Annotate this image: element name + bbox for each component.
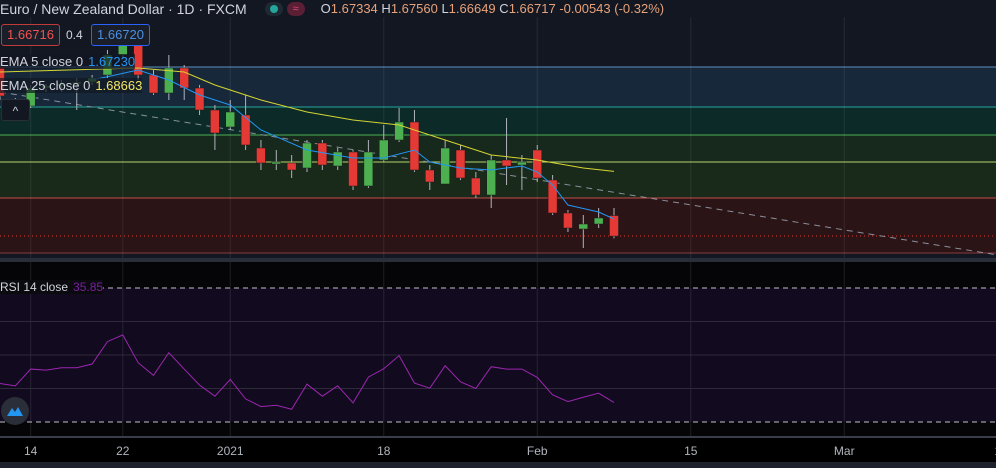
candle-body [593, 217, 604, 225]
candle-body [563, 212, 573, 229]
ema5-value: 1.67230 [88, 54, 136, 69]
market-status-icon[interactable] [264, 1, 283, 16]
close-label: C [499, 1, 509, 16]
close-value: 1.66717 [508, 1, 556, 16]
candle-body [332, 151, 343, 167]
date-label: Mar [833, 444, 855, 458]
candle-body [501, 159, 512, 167]
candle-body [271, 161, 282, 165]
date-label: 18 [377, 444, 391, 458]
high-label: H [381, 1, 391, 16]
ohlc-values: O1.67334 H1.67560 L1.66649 C1.66717 -0.0… [321, 1, 664, 16]
exchange: FXCM [207, 0, 247, 17]
candle-body [286, 162, 297, 171]
zone-band [0, 198, 996, 253]
candle-body [363, 151, 374, 187]
candle-body [194, 87, 205, 111]
rsi-value: 35.85 [73, 280, 104, 294]
date-label: 2021 [216, 444, 244, 458]
open-value: 1.67334 [330, 1, 378, 16]
date-label: Feb [526, 444, 548, 458]
candle-body [455, 149, 466, 179]
candle-body [179, 67, 189, 89]
ema5-label: EMA 5 close 0 [0, 54, 84, 69]
tradingview-logo-icon[interactable] [1, 397, 29, 425]
zone-band [0, 135, 996, 162]
low-label: L [441, 1, 449, 16]
open-label: O [320, 1, 331, 16]
pane-separator [0, 258, 996, 262]
data-wave-icon[interactable]: ≈ [286, 1, 305, 16]
candle-body [148, 74, 159, 94]
candle-body [471, 177, 481, 196]
date-label: 22 [116, 444, 130, 458]
low-value: 1.66649 [448, 1, 496, 16]
ema25-legend[interactable]: EMA 25 close 0 1.68663 [0, 78, 143, 93]
zone-band [0, 107, 996, 135]
change-value: -0.00543 (-0.32%) [559, 1, 665, 16]
rsi-legend[interactable]: RSI 14 close 35.85 [0, 280, 104, 294]
sell-button[interactable]: 1.66716 [1, 24, 60, 46]
high-value: 1.67560 [390, 1, 438, 16]
spread-value: 0.4 [66, 28, 83, 42]
symbol-header: Euro / New Zealand Dollar · 1D · FXCM ≈ … [0, 0, 671, 17]
candle-body [256, 147, 266, 164]
candle-body [210, 109, 220, 134]
rsi-label: RSI 14 close [0, 280, 69, 294]
separator: · [168, 0, 173, 17]
candle-body [317, 142, 328, 166]
ema5-legend[interactable]: EMA 5 close 0 1.67230 [0, 54, 136, 69]
collapse-legend-button[interactable]: ^ [1, 99, 30, 121]
ema25-label: EMA 25 close 0 [0, 78, 91, 93]
candle-body [302, 142, 312, 169]
ema25-value: 1.68663 [95, 78, 143, 93]
candle-body [486, 159, 496, 196]
candle-body [225, 111, 235, 128]
candle-body [517, 161, 527, 166]
date-label: 15 [684, 444, 698, 458]
date-label: 14 [24, 444, 38, 458]
interval[interactable]: 1D [177, 1, 195, 17]
candle-body [425, 169, 435, 183]
zone-band [0, 162, 996, 198]
candle-body [532, 149, 542, 179]
candle-body [578, 223, 589, 230]
symbol-name[interactable]: Euro / New Zealand Dollar [0, 1, 164, 17]
separator: · [198, 0, 204, 17]
buy-button[interactable]: 1.66720 [91, 24, 150, 46]
time-axis-border [0, 436, 996, 438]
price-chart[interactable] [0, 0, 996, 468]
bottom-bar [0, 462, 996, 468]
